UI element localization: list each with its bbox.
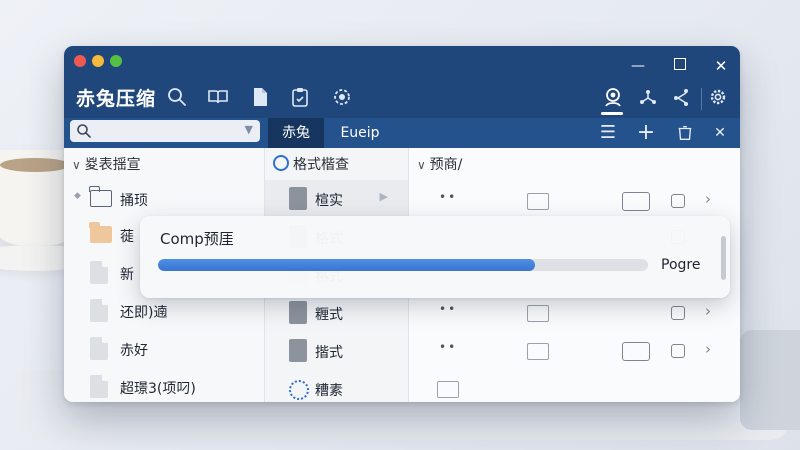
minimize-dot-button[interactable] <box>92 55 104 67</box>
progress-title: Comp预厓 <box>160 230 234 248</box>
list-item-label: 糎式 <box>315 307 343 323</box>
table-row[interactable]: •• › <box>409 182 740 220</box>
close-button[interactable]: ✕ <box>711 58 731 74</box>
add-icon[interactable]: + <box>635 122 657 144</box>
minimize-button[interactable]: — <box>628 58 648 74</box>
tab-eueip[interactable]: Eueip <box>330 118 390 148</box>
list-item-label: 蓰 <box>120 229 134 245</box>
settings-icon[interactable] <box>707 86 729 108</box>
chevron-right-icon: ▶ <box>379 190 388 203</box>
panel3-header[interactable]: ∨ 预商/ <box>417 152 462 178</box>
table-row[interactable]: •• › <box>409 332 740 370</box>
progress-bar <box>158 259 648 271</box>
zoom-dot-button[interactable] <box>110 55 122 67</box>
share-icon[interactable] <box>637 86 659 108</box>
checkbox[interactable] <box>671 194 685 208</box>
file-icon <box>289 301 307 324</box>
drag-handle-icon[interactable]: ◆ <box>74 191 81 201</box>
folder-icon <box>437 381 459 398</box>
checkbox[interactable] <box>671 306 685 320</box>
more-icon[interactable]: •• <box>439 340 457 354</box>
folder-icon <box>527 193 549 210</box>
list-item[interactable]: 揩式 <box>265 332 408 370</box>
branch-icon[interactable] <box>670 86 692 108</box>
search-icon[interactable] <box>166 86 188 108</box>
list-item-label: 揩式 <box>315 345 343 361</box>
close-dot-button[interactable] <box>74 55 86 67</box>
search-icon <box>77 124 91 138</box>
app-title: 赤兔压缩 <box>76 88 157 110</box>
list-item-label: 超璟3(项叼) <box>120 381 196 397</box>
toolbar-divider <box>701 88 702 110</box>
toggle-switch[interactable] <box>622 342 650 361</box>
chevron-down-icon: ∨ <box>417 158 430 172</box>
list-item[interactable]: 楦实 ▶ <box>265 180 408 218</box>
list-item-label: 还即)遖 <box>120 305 168 321</box>
table-row[interactable] <box>409 370 740 402</box>
scrollbar[interactable] <box>721 236 726 280</box>
radio-circle-icon[interactable] <box>273 155 289 171</box>
file-icon <box>90 337 108 360</box>
file-icon <box>289 187 307 210</box>
folder-icon <box>527 343 549 360</box>
file-icon <box>90 261 108 284</box>
list-item[interactable]: 还即)遖 <box>64 294 264 328</box>
tab-chitu[interactable]: 赤兔 <box>268 118 324 148</box>
trash-icon[interactable] <box>674 123 696 143</box>
list-item-label: 新 <box>120 267 134 283</box>
maximize-button[interactable] <box>670 58 690 74</box>
list-item[interactable]: ◆ 捅顼 <box>64 182 264 216</box>
more-icon[interactable]: •• <box>439 190 457 204</box>
chevron-right-icon[interactable]: › <box>705 190 711 208</box>
panel2-header[interactable]: 格式楷查 <box>273 152 349 178</box>
active-tab-indicator <box>601 112 623 115</box>
close-tab-icon[interactable]: ✕ <box>709 123 731 143</box>
panel2-title: 格式楷查 <box>293 157 349 173</box>
list-item-label: 赤好 <box>120 343 148 359</box>
panel1-header[interactable]: ∨ 㚇表揺宣 <box>72 152 141 178</box>
book-icon[interactable] <box>207 86 229 108</box>
panel3-title: 预商/ <box>429 157 463 173</box>
progress-label: Pogre <box>661 257 701 273</box>
file-icon <box>90 299 108 322</box>
more-icon[interactable]: •• <box>439 302 457 316</box>
search-input[interactable] <box>96 122 240 142</box>
list-item-label: 糟素 <box>315 383 343 399</box>
cloud-settings-icon[interactable] <box>331 86 353 108</box>
chevron-down-icon[interactable]: ▼ <box>245 123 253 136</box>
maximize-icon <box>674 58 686 70</box>
chevron-right-icon[interactable]: › <box>705 340 711 358</box>
profile-icon[interactable] <box>602 86 624 108</box>
list-item-label: 捅顼 <box>120 193 148 209</box>
file-icon <box>90 375 108 398</box>
file-icon <box>289 339 307 362</box>
list-item[interactable]: 糟素 <box>265 370 408 402</box>
toggle-switch[interactable] <box>622 192 650 211</box>
chevron-right-icon[interactable]: › <box>705 302 711 320</box>
list-item[interactable]: 赤好 <box>64 332 264 366</box>
file-icon[interactable] <box>249 86 271 108</box>
folder-icon <box>89 186 112 207</box>
loading-icon <box>289 380 309 400</box>
chevron-down-icon: ∨ <box>72 158 85 172</box>
list-item-label: 楦实 <box>315 193 343 209</box>
menu-icon[interactable]: ☰ <box>597 123 619 143</box>
clipboard-icon[interactable] <box>289 86 311 108</box>
search-box[interactable]: ▼ <box>70 120 260 142</box>
background-device <box>740 330 800 430</box>
panel1-title: 㚇表揺宣 <box>84 157 141 173</box>
list-item[interactable]: 糎式 <box>265 294 408 332</box>
progress-fill <box>158 259 536 271</box>
progress-dialog: Comp预厓 Pogre <box>140 216 730 298</box>
folder-icon <box>527 305 549 322</box>
list-item[interactable]: 超璟3(项叼) <box>64 370 264 402</box>
folder-icon <box>89 222 112 243</box>
checkbox[interactable] <box>671 344 685 358</box>
table-row[interactable]: •• › <box>409 294 740 332</box>
